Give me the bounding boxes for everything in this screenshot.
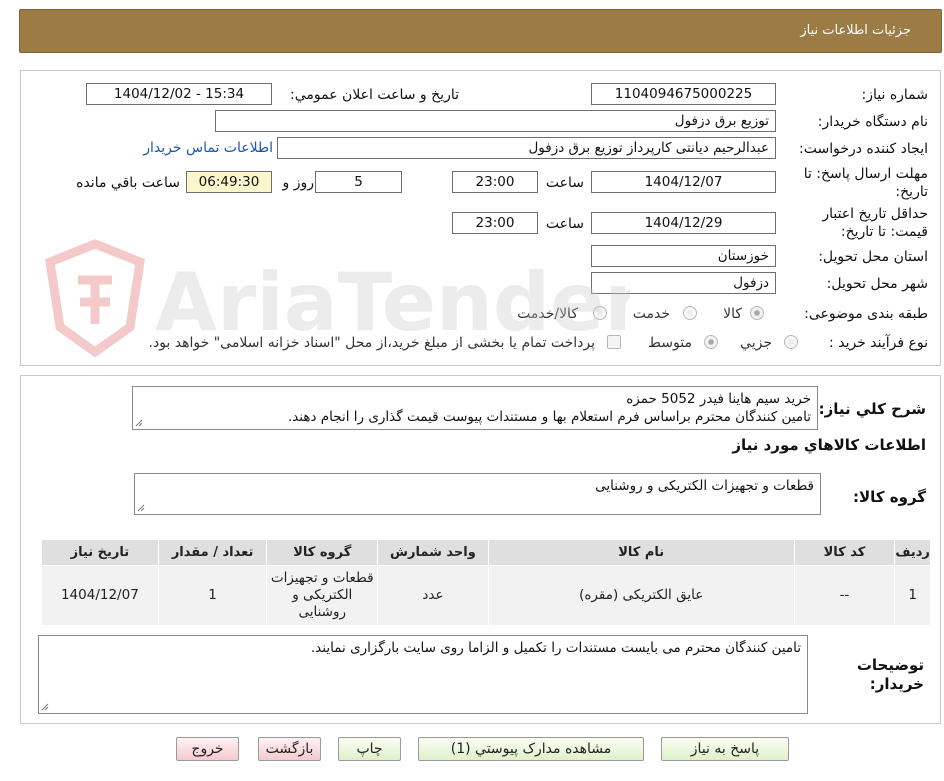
announce-label: تاریخ و ساعت اعلان عمومي: xyxy=(290,87,459,103)
buyer-notes-label-2: خریدار: xyxy=(869,675,924,693)
treasury-payment-note: پرداخت تمام یا بخشی از مبلغ خرید،از محل … xyxy=(148,335,595,351)
validity-time-label: ساعت xyxy=(545,216,584,232)
category-goods-service-radio[interactable] xyxy=(593,306,607,320)
buyer-contact-link[interactable]: اطلاعات تماس خریدار xyxy=(143,140,273,156)
goods-group-value: قطعات و تجهیزات الکتریکی و روشنایی xyxy=(595,478,814,494)
validity-label-1: حداقل تاریخ اعتبار xyxy=(822,206,928,222)
goods-panel: شرح کلي نياز: خرید سیم هاینا فیدر 5052 ح… xyxy=(20,375,941,724)
category-label: طبقه بندی موضوعی: xyxy=(804,306,928,322)
category-service-label: خدمت xyxy=(632,306,670,322)
cell-quantity: 1 xyxy=(157,565,268,626)
buyer-org-label: نام دستگاه خریدار: xyxy=(817,114,928,130)
exit-button[interactable]: خروج xyxy=(176,737,239,761)
process-medium-label: متوسط xyxy=(648,335,692,351)
category-goods-label: کالا xyxy=(723,306,742,322)
cell-name: عایق الکتریکی (مقره) xyxy=(487,565,795,626)
process-label: نوع فرآیند خرید : xyxy=(829,335,928,351)
page-title: جزئیات اطلاعات نیاز xyxy=(800,23,911,38)
print-button[interactable]: چاپ xyxy=(338,737,401,761)
remaining-time-field: 06:49:30 xyxy=(186,171,272,193)
resize-grip-icon[interactable] xyxy=(137,504,145,512)
description-line-2: تامین کنندگان محترم براساس فرم استعلام ب… xyxy=(287,409,811,425)
col-code: کد کالا xyxy=(793,539,896,566)
process-minor-radio[interactable] xyxy=(784,335,798,349)
col-group: گروه کالا xyxy=(266,539,379,566)
buyer-org-field[interactable]: توزیع برق دزفول xyxy=(215,110,776,132)
buyer-notes-text: تامین کنندگان محترم می بایست مستندات را … xyxy=(310,640,801,656)
buyer-notes-label-1: توضیحات xyxy=(856,656,924,674)
resize-grip-icon[interactable] xyxy=(41,703,49,711)
description-label: شرح کلي نياز: xyxy=(818,400,926,418)
city-label: شهر محل تحویل: xyxy=(826,276,928,292)
province-label: استان محل تحویل: xyxy=(818,249,928,265)
back-button[interactable]: بازگشت xyxy=(258,737,321,761)
category-goods-radio[interactable] xyxy=(750,306,764,320)
description-textarea[interactable]: خرید سیم هاینا فیدر 5052 حمزه تامین کنند… xyxy=(132,386,818,430)
cell-need-date: 1404/12/07 xyxy=(41,565,159,626)
category-service-radio[interactable] xyxy=(683,306,697,320)
process-medium-radio[interactable] xyxy=(704,335,718,349)
col-need-date: تاریخ نیاز xyxy=(41,539,159,566)
requester-field[interactable]: عبدالرحیم دیانتی کارپرداز توزیع برق دزفو… xyxy=(277,137,776,159)
col-name: نام کالا xyxy=(487,539,795,566)
treasury-payment-checkbox[interactable] xyxy=(607,335,621,349)
table-row: 1 -- عایق الکتریکی (مقره) عدد قطعات و تج… xyxy=(41,565,931,626)
buyer-notes-textarea[interactable]: تامین کنندگان محترم می بایست مستندات را … xyxy=(38,635,808,714)
need-number-field[interactable]: 1104094675000225 xyxy=(591,83,776,105)
col-unit: واحد شمارش xyxy=(377,539,489,566)
category-goods-service-label: کالا/خدمت xyxy=(517,306,578,322)
process-minor-label: جزیي xyxy=(740,335,772,351)
validity-time-field[interactable]: 23:00 xyxy=(452,212,538,234)
announce-datetime-field[interactable]: 1404/12/02 - 15:34 xyxy=(86,83,272,105)
deadline-time-label: ساعت xyxy=(545,175,584,191)
deadline-date-field[interactable]: 1404/12/07 xyxy=(591,171,776,193)
days-label: روز و xyxy=(282,175,315,191)
cell-group: قطعات و تجهیزات الکتریکی و روشنایی xyxy=(266,565,379,626)
goods-group-label: گروه کالا: xyxy=(853,488,926,506)
validity-date-field[interactable]: 1404/12/29 xyxy=(591,212,776,234)
deadline-label-1: مهلت ارسال پاسخ: تا xyxy=(803,166,928,182)
goods-group-textarea[interactable]: قطعات و تجهیزات الکتریکی و روشنایی xyxy=(134,473,821,515)
deadline-label-2: تاریخ: xyxy=(895,184,928,200)
remaining-label: ساعت باقي مانده xyxy=(76,175,180,191)
page-header: جزئیات اطلاعات نیاز xyxy=(19,9,942,53)
deadline-time-field[interactable]: 23:00 xyxy=(452,171,538,193)
validity-label-2: قیمت: تا تاریخ: xyxy=(840,224,928,240)
province-field[interactable]: خوزستان xyxy=(591,245,776,267)
cell-unit: عدد xyxy=(377,565,489,626)
cell-row: 1 xyxy=(894,565,931,626)
city-field[interactable]: دزفول xyxy=(591,272,776,294)
respond-button[interactable]: پاسخ به نیاز xyxy=(661,737,789,761)
goods-section-title: اطلاعات کالاهاي مورد نياز xyxy=(732,436,926,454)
goods-table-header: رديف کد کالا نام کالا واحد شمارش گروه کا… xyxy=(41,539,931,566)
resize-grip-icon[interactable] xyxy=(135,419,143,427)
description-line-1: خرید سیم هاینا فیدر 5052 حمزه xyxy=(626,391,811,407)
col-quantity: تعداد / مقدار xyxy=(157,539,268,566)
requester-label: ایجاد کننده درخواست: xyxy=(799,141,928,157)
col-row: رديف xyxy=(894,539,931,566)
remaining-days-field[interactable]: 5 xyxy=(315,171,402,193)
cell-code: -- xyxy=(793,565,896,626)
view-attachments-button[interactable]: مشاهده مدارک پیوستي (1) xyxy=(418,737,644,761)
goods-table: رديف کد کالا نام کالا واحد شمارش گروه کا… xyxy=(41,539,931,626)
need-number-label: شماره نیاز: xyxy=(861,87,929,103)
